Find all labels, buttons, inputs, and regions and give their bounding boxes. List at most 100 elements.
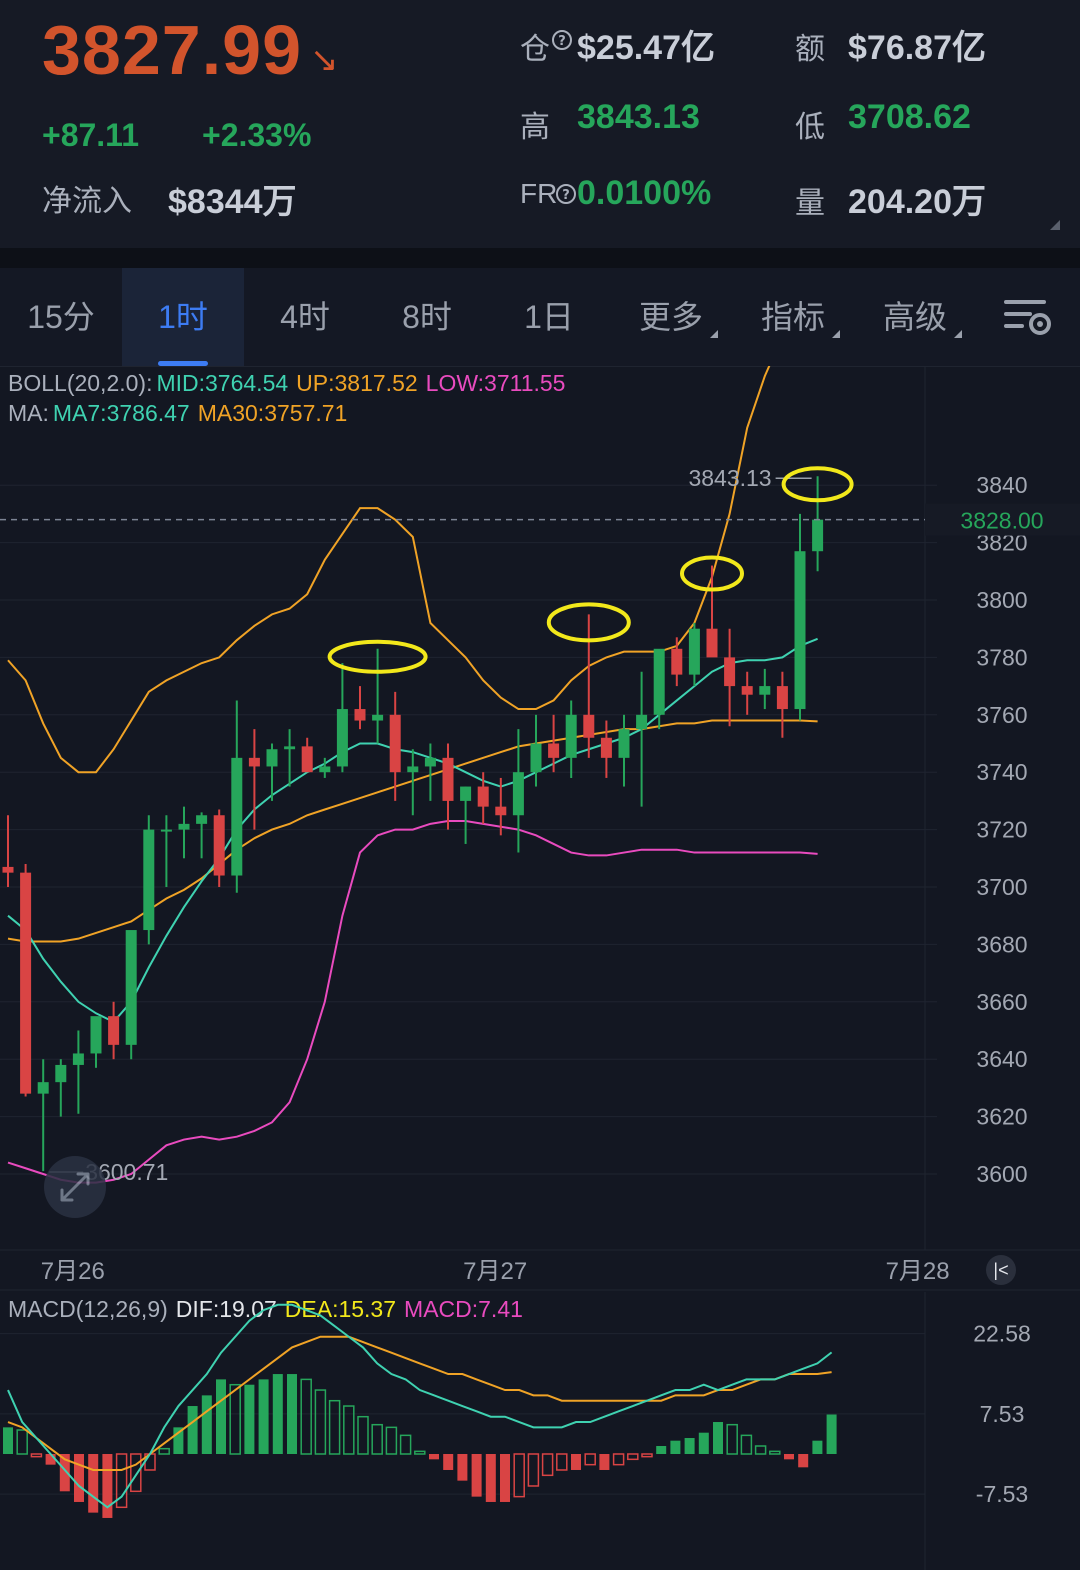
candle-body (512, 772, 524, 816)
macd-hist-bar (612, 1453, 625, 1466)
candle-body (794, 551, 806, 710)
macd-hist-bar (826, 1414, 837, 1454)
y-tick-label: 3800 (976, 587, 1027, 613)
macd-hist-bar (627, 1453, 639, 1461)
macd-hist-bar (130, 1453, 142, 1493)
macd-hist-bar (414, 1450, 426, 1455)
candle-body (20, 872, 32, 1094)
macd-y-tick-label: 22.58 (973, 1321, 1031, 1347)
volume-label: 量 (795, 187, 825, 220)
candle-body (618, 729, 630, 758)
high-label: 高 (520, 111, 550, 144)
macd-hist-bar (399, 1434, 412, 1455)
candle-body (143, 829, 155, 931)
last-price: 3827.99 (42, 11, 303, 89)
x-tick-label: 7月27 (463, 1258, 527, 1285)
fr-label: FR (520, 178, 558, 209)
macd-hist-bar (300, 1378, 312, 1455)
change-abs: +87.11 (42, 117, 139, 153)
svg-text:?: ? (558, 34, 566, 49)
y-tick-label: 3760 (976, 702, 1027, 728)
candle-body (266, 749, 278, 767)
macd-hist-bar (88, 1454, 99, 1513)
candle-body (196, 815, 208, 824)
macd-hist-bar (229, 1383, 241, 1455)
candle-body (354, 709, 366, 721)
macd-hist-bar (641, 1453, 653, 1458)
macd-hist-bar (173, 1427, 184, 1454)
candle-body (372, 714, 384, 721)
tab-15m[interactable]: 15分 (0, 268, 122, 366)
candle-body (319, 766, 331, 773)
chart-settings-icon[interactable] (1000, 294, 1056, 342)
candle-body (477, 786, 489, 807)
x-tick-label: 7月28 (886, 1258, 950, 1285)
macd-hist-bar (740, 1434, 753, 1455)
high-value: 3843.13 (577, 98, 700, 136)
macd-hist-bar (158, 1447, 170, 1455)
macd-hist-bar (74, 1454, 84, 1502)
macd-hist-bar (713, 1422, 723, 1454)
tab-advanced[interactable]: 高级 (854, 268, 976, 366)
candle-body (90, 1016, 102, 1054)
macd-hist-bar (244, 1384, 255, 1454)
low-value: 3708.62 (848, 98, 971, 136)
candlestick-chart[interactable]: 3600 3620 3640 3660 3680 3700 3720 3740 3760 3780… (0, 366, 1080, 1292)
candle-body (548, 743, 560, 758)
macd-hist-bar (3, 1427, 13, 1454)
macd-hist-bar (443, 1454, 454, 1470)
change-pct: +2.33% (202, 117, 312, 153)
question-icon[interactable]: ? (551, 29, 573, 51)
candle-body (125, 930, 137, 1045)
candle-body (178, 823, 190, 830)
macd-hist-bar (314, 1389, 327, 1455)
macd-hist-bar (769, 1450, 781, 1455)
turnover-label: 额 (795, 33, 825, 66)
question-icon[interactable]: ? (555, 183, 577, 205)
y-tick-label: 3780 (976, 644, 1027, 670)
macd-hist-bar (726, 1423, 738, 1455)
svg-text:?: ? (562, 188, 570, 203)
macd-hist-bar (485, 1454, 496, 1502)
tab-8h[interactable]: 8时 (366, 268, 488, 366)
candle-body (583, 714, 595, 738)
tab-1h[interactable]: 1时 (122, 268, 244, 366)
y-tick-label: 3720 (976, 817, 1027, 843)
candle-body (460, 786, 472, 801)
macd-chart[interactable]: 22.58 7.53 -7.53 (0, 1292, 1080, 1570)
macd-hist-bar (201, 1395, 212, 1454)
macd-hist-bar (371, 1423, 383, 1455)
y-tick-label: 3680 (976, 931, 1027, 957)
tab-4h[interactable]: 4时 (244, 268, 366, 366)
expand-icon[interactable] (44, 1156, 106, 1218)
candle-body (55, 1064, 67, 1083)
tab-indicators[interactable]: 指标 (732, 268, 854, 366)
macd-hist-bar (287, 1374, 297, 1454)
current-price-label: 3828.00 (960, 508, 1043, 534)
oi-value: $25.47亿 (577, 29, 715, 67)
y-tick-label: 3640 (976, 1046, 1027, 1072)
macd-y-tick-label: 7.53 (980, 1401, 1025, 1427)
candle-body (213, 815, 225, 876)
candle-body (671, 648, 683, 675)
y-tick-label: 3600 (976, 1161, 1027, 1187)
expand-corner-icon[interactable] (1050, 220, 1060, 230)
arrow-down-right-icon: ↘ (310, 41, 339, 79)
macd-hist-bar (343, 1405, 355, 1455)
netflow-label: 净流入 (42, 185, 132, 218)
macd-hist-bar (357, 1415, 369, 1455)
macd-hist-bar (656, 1446, 667, 1454)
macd-hist-bar (513, 1453, 525, 1498)
tab-1d[interactable]: 1日 (488, 268, 610, 366)
candle-body (301, 746, 313, 773)
netflow-value: $8344万 (168, 183, 297, 221)
y-tick-label: 3700 (976, 874, 1027, 900)
max-price-label: 3843.13 (688, 465, 771, 491)
tab-more[interactable]: 更多 (610, 268, 732, 366)
boll-upper-line (7, 366, 771, 774)
scroll-to-latest-icon[interactable]: |< (986, 1255, 1016, 1285)
volume-value: 204.20万 (848, 183, 986, 221)
candle-body (336, 709, 348, 767)
macd-hist-bar (457, 1454, 468, 1481)
macd-hist-bar (527, 1453, 540, 1487)
